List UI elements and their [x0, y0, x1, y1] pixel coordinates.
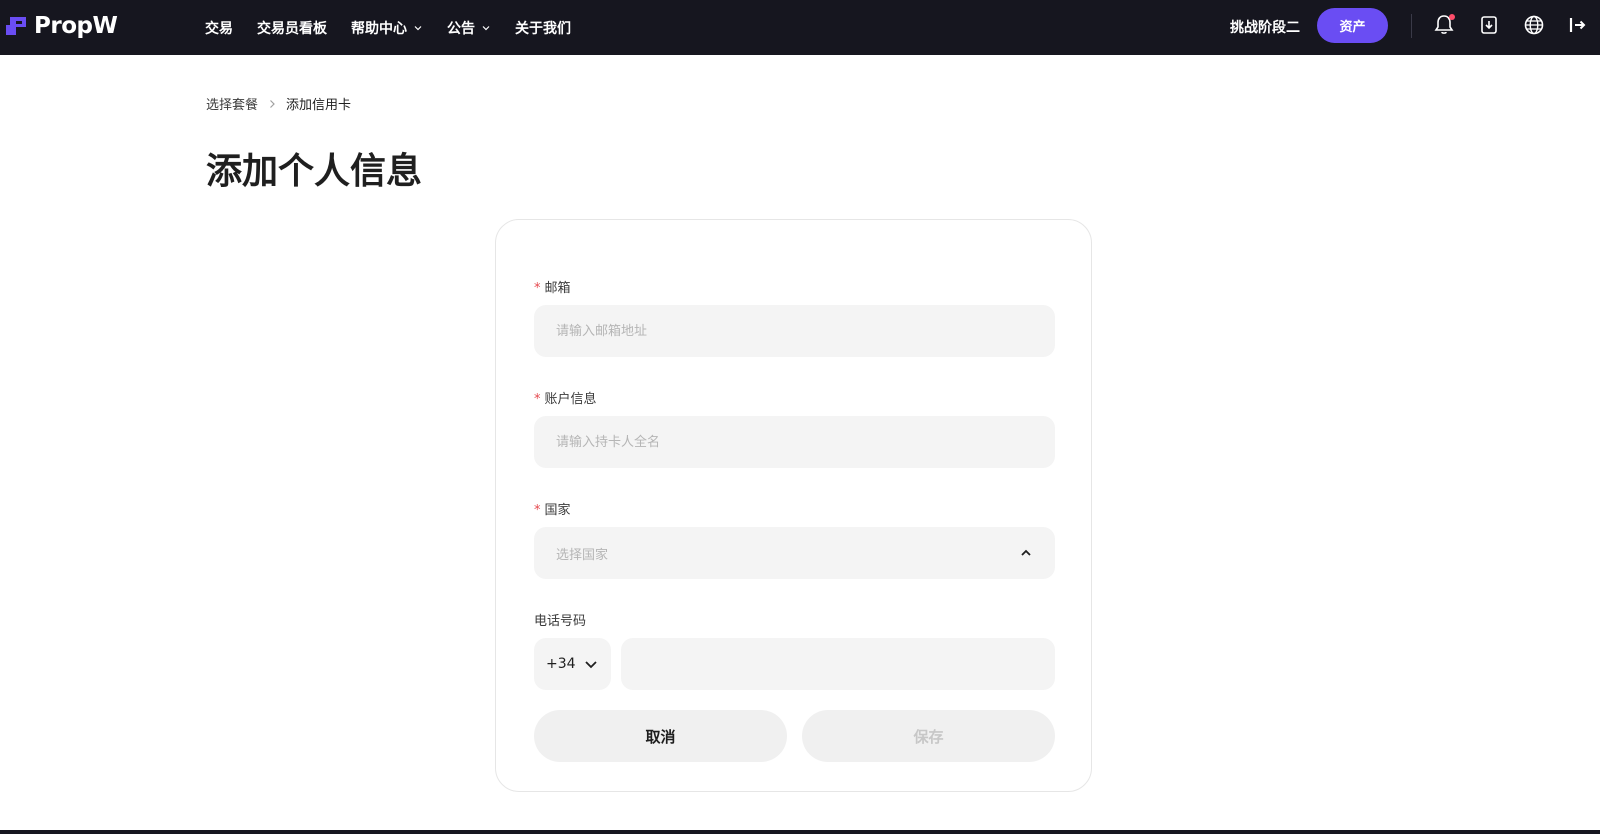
nav-item-about-us[interactable]: 关于我们 — [515, 18, 571, 38]
logo-mark-icon — [6, 17, 26, 35]
nav-item-help-center[interactable]: 帮助中心 — [351, 18, 423, 38]
nav-divider — [1411, 14, 1412, 38]
brand-logo[interactable]: PropW — [4, 10, 118, 42]
chevron-down-icon — [414, 25, 422, 30]
account-label: * 账户信息 — [534, 388, 597, 407]
breadcrumb-select-plan[interactable]: 选择套餐 — [206, 94, 258, 113]
logout-icon[interactable] — [1564, 12, 1590, 38]
personal-info-card: *邮箱 *账户信息 *国家 选择国家 电话号码 +34 取消 保存 — [495, 219, 1092, 792]
nav-item-label: 帮助中心 — [351, 20, 407, 37]
required-mark: * — [534, 503, 541, 518]
nav-item-trader-dashboard[interactable]: 交易员看板 — [257, 18, 327, 38]
assets-button[interactable]: 资产 — [1317, 8, 1388, 43]
cardholder-name-input[interactable] — [534, 416, 1055, 468]
required-mark: * — [534, 281, 541, 296]
page-title: 添加个人信息 — [206, 151, 423, 192]
main-nav: 交易 交易员看板 帮助中心 公告 关于我们 — [205, 0, 595, 55]
bell-icon[interactable] — [1431, 12, 1457, 38]
phone-label: 电话号码 — [534, 614, 587, 629]
breadcrumb-current: 添加信用卡 — [286, 98, 352, 113]
nav-item-trade[interactable]: 交易 — [205, 18, 233, 38]
country-select-placeholder: 选择国家 — [556, 547, 609, 563]
nav-item-announcements[interactable]: 公告 — [447, 18, 491, 38]
download-icon[interactable] — [1476, 12, 1502, 38]
phone-code-select[interactable]: +34 — [534, 638, 611, 690]
brand-name: PropW — [34, 13, 118, 39]
country-label-text: 国家 — [544, 503, 571, 518]
account-label-text: 账户信息 — [544, 392, 597, 407]
chevron-up-icon — [1021, 549, 1031, 556]
phone-code-value: +34 — [546, 656, 576, 672]
nav-item-label: 关于我们 — [515, 20, 571, 37]
email-label-text: 邮箱 — [544, 281, 571, 296]
challenge-stage-label[interactable]: 挑战阶段二 — [1230, 17, 1300, 37]
phone-number-input[interactable] — [621, 638, 1055, 690]
nav-item-label: 公告 — [447, 20, 475, 37]
email-input[interactable] — [534, 305, 1055, 357]
required-mark: * — [534, 392, 541, 407]
cancel-button[interactable]: 取消 — [534, 710, 787, 762]
chevron-down-icon — [585, 661, 597, 669]
nav-item-label: 交易员看板 — [257, 20, 327, 37]
bottom-bar — [0, 830, 1600, 834]
globe-icon[interactable] — [1521, 12, 1547, 38]
country-label: * 国家 — [534, 499, 571, 518]
save-button[interactable]: 保存 — [802, 710, 1055, 762]
chevron-down-icon — [482, 25, 490, 30]
breadcrumb: 选择套餐 添加信用卡 — [206, 94, 351, 113]
email-label: * 邮箱 — [534, 277, 571, 296]
chevron-right-icon — [270, 99, 275, 108]
top-navbar: PropW 交易 交易员看板 帮助中心 公告 关于我们 挑战阶段二 资产 — [0, 0, 1600, 55]
notification-dot — [1449, 14, 1455, 20]
country-select[interactable]: 选择国家 — [534, 527, 1055, 579]
nav-item-label: 交易 — [205, 20, 233, 37]
